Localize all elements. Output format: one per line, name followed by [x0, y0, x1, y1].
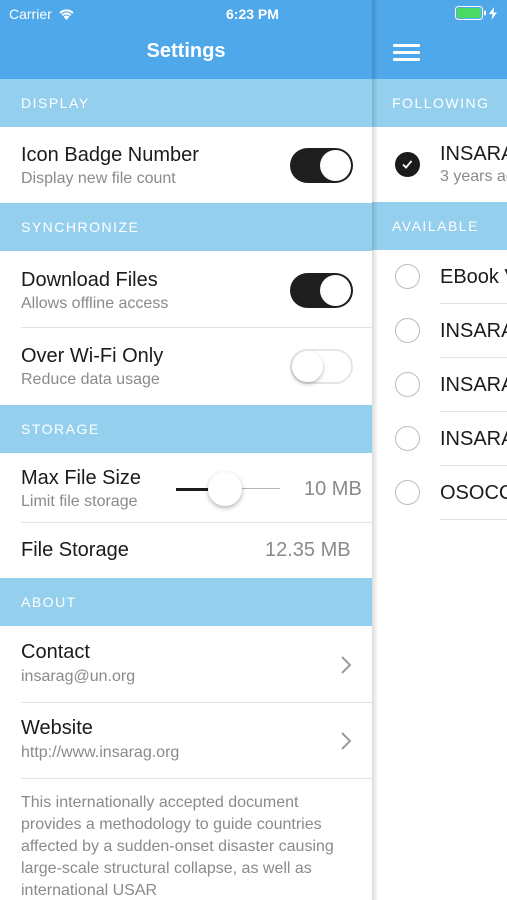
pane-shadow: [372, 0, 378, 900]
file-storage-value: 12.35 MB: [265, 539, 351, 561]
contact-subtitle: insarag@un.org: [21, 668, 136, 685]
list-item-label: INSARAG Manual: [440, 374, 507, 396]
row-divider: [440, 519, 507, 520]
chevron-right-icon: [341, 732, 352, 750]
list-item-label: INSARAG Guidelines: [440, 320, 507, 342]
list-item-label: OSOCC: [440, 482, 507, 504]
list-item-label: INSARAG Toolkit: [440, 428, 507, 450]
wifi-only-title: Over Wi-Fi Only: [21, 345, 164, 367]
list-item-available-0[interactable]: EBook Viewer: [372, 250, 507, 304]
status-bar: Carrier 6:23 PM: [0, 0, 507, 28]
list-item-available-4[interactable]: OSOCC: [372, 466, 507, 520]
battery-icon: [455, 6, 486, 20]
carrier-label: Carrier: [9, 6, 52, 22]
download-files-row: Download Files Allows offline access: [0, 252, 372, 328]
max-file-size-title: Max File Size: [21, 467, 142, 489]
toggle-knob: [292, 351, 323, 382]
icon-badge-row: Icon Badge Number Display new file count: [0, 127, 372, 203]
icon-badge-toggle[interactable]: [290, 148, 353, 183]
list-item-available-1[interactable]: INSARAG Guidelines: [372, 304, 507, 358]
radio-circle-icon[interactable]: [395, 426, 420, 451]
section-header-available: AVAILABLE: [372, 202, 507, 250]
section-header-about: ABOUT: [0, 578, 372, 626]
wifi-only-subtitle: Reduce data usage: [21, 371, 160, 388]
settings-pane: Settings DISPLAY Icon Badge Number Displ…: [0, 0, 372, 900]
section-header-following: FOLLOWING: [372, 79, 507, 127]
website-subtitle: http://www.insarag.org: [21, 744, 180, 761]
checkmark-icon[interactable]: [395, 152, 420, 177]
about-description: This internationally accepted document p…: [21, 794, 334, 899]
file-storage-title: File Storage: [21, 539, 129, 561]
status-time: 6:23 PM: [226, 6, 279, 22]
radio-circle-icon[interactable]: [395, 318, 420, 343]
charging-bolt-icon: [489, 6, 497, 20]
slider-thumb[interactable]: [208, 472, 242, 506]
section-header-synchronize: SYNCHRONIZE: [0, 203, 372, 251]
list-item-label: INSARAG: [440, 143, 507, 165]
battery-indicator: [455, 6, 497, 20]
website-title: Website: [21, 717, 93, 739]
check-icon: [402, 160, 413, 169]
website-row[interactable]: Website http://www.insarag.org: [0, 703, 372, 779]
list-item-label: EBook Viewer: [440, 266, 507, 288]
chevron-right-icon: [341, 656, 352, 674]
radio-circle-icon[interactable]: [395, 264, 420, 289]
list-item-available-3[interactable]: INSARAG Toolkit: [372, 412, 507, 466]
toggle-knob: [320, 150, 351, 181]
wifi-icon: [59, 9, 74, 20]
download-files-toggle[interactable]: [290, 273, 353, 308]
wifi-only-row: Over Wi-Fi Only Reduce data usage: [0, 328, 372, 405]
radio-circle-icon[interactable]: [395, 480, 420, 505]
icon-badge-title: Icon Badge Number: [21, 144, 199, 166]
library-pane: FOLLOWING INSARAG 3 years ago AVAILABLE …: [372, 0, 507, 900]
row-divider: [21, 778, 372, 779]
wifi-only-toggle[interactable]: [290, 349, 353, 384]
file-storage-row: File Storage 12.35 MB: [0, 523, 372, 578]
page-title: Settings: [146, 40, 226, 62]
contact-row[interactable]: Contact insarag@un.org: [0, 627, 372, 703]
list-item-following-0[interactable]: INSARAG 3 years ago: [372, 127, 507, 202]
max-file-size-value: 10 MB: [304, 478, 362, 500]
section-header-display: DISPLAY: [0, 79, 372, 127]
max-file-size-slider[interactable]: [176, 472, 280, 506]
icon-badge-subtitle: Display new file count: [21, 170, 176, 187]
contact-title: Contact: [21, 641, 90, 663]
carrier-info: Carrier: [9, 6, 75, 22]
max-file-size-subtitle: Limit file storage: [21, 493, 138, 510]
download-files-subtitle: Allows offline access: [21, 295, 169, 312]
toggle-knob: [320, 275, 351, 306]
download-files-title: Download Files: [21, 269, 158, 291]
list-item-available-2[interactable]: INSARAG Manual: [372, 358, 507, 412]
radio-circle-icon[interactable]: [395, 372, 420, 397]
list-item-subtitle: 3 years ago: [440, 168, 507, 185]
section-header-storage: STORAGE: [0, 405, 372, 453]
hamburger-menu-icon[interactable]: [393, 44, 420, 61]
